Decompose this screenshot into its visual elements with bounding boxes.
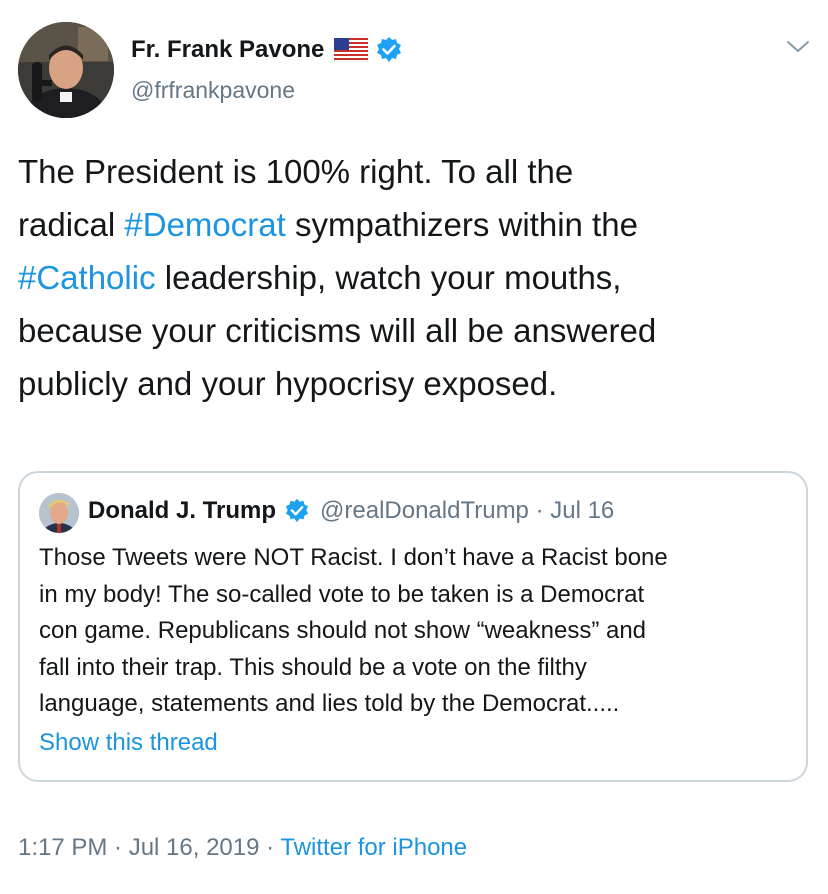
quoted-tweet-text: Those Tweets were NOT Racist. I don’t ha… [39,544,668,717]
author-name-row[interactable]: Fr. Frank Pavone [131,36,403,64]
verified-badge-icon [284,498,310,524]
quoted-author-avatar [39,493,79,533]
author-avatar[interactable] [18,22,114,118]
quoted-tweet-card[interactable]: Donald J. Trump @realDonaldTrump · Jul 1… [18,471,808,782]
quoted-author-name: Donald J. Trump [88,497,277,524]
author-name[interactable]: Fr. Frank Pavone [131,36,324,64]
us-flag-icon [334,37,369,63]
verified-badge-icon [375,36,403,64]
tweet-meta: 1:17 PM · Jul 16, 2019 · Twitter for iPh… [18,834,467,862]
hashtag-democrat[interactable]: #Democrat [124,206,285,243]
quoted-header: Donald J. Trump @realDonaldTrump · Jul 1… [88,496,614,526]
tweet-source-link[interactable]: Twitter for iPhone [280,834,467,861]
author-handle[interactable]: @frfrankpavone [131,77,295,104]
chevron-down-icon[interactable] [786,38,810,56]
tweet-timestamp[interactable]: 1:17 PM · Jul 16, 2019 · [18,834,280,861]
tweet-text: The President is 100% right. To all the … [18,145,818,410]
tweet-text-part: sympathizers within the [294,206,638,243]
quoted-handle-date: @realDonaldTrump · Jul 16 [320,497,615,524]
hashtag-catholic[interactable]: #Catholic [18,259,156,296]
show-thread-link[interactable]: Show this thread [39,729,218,757]
